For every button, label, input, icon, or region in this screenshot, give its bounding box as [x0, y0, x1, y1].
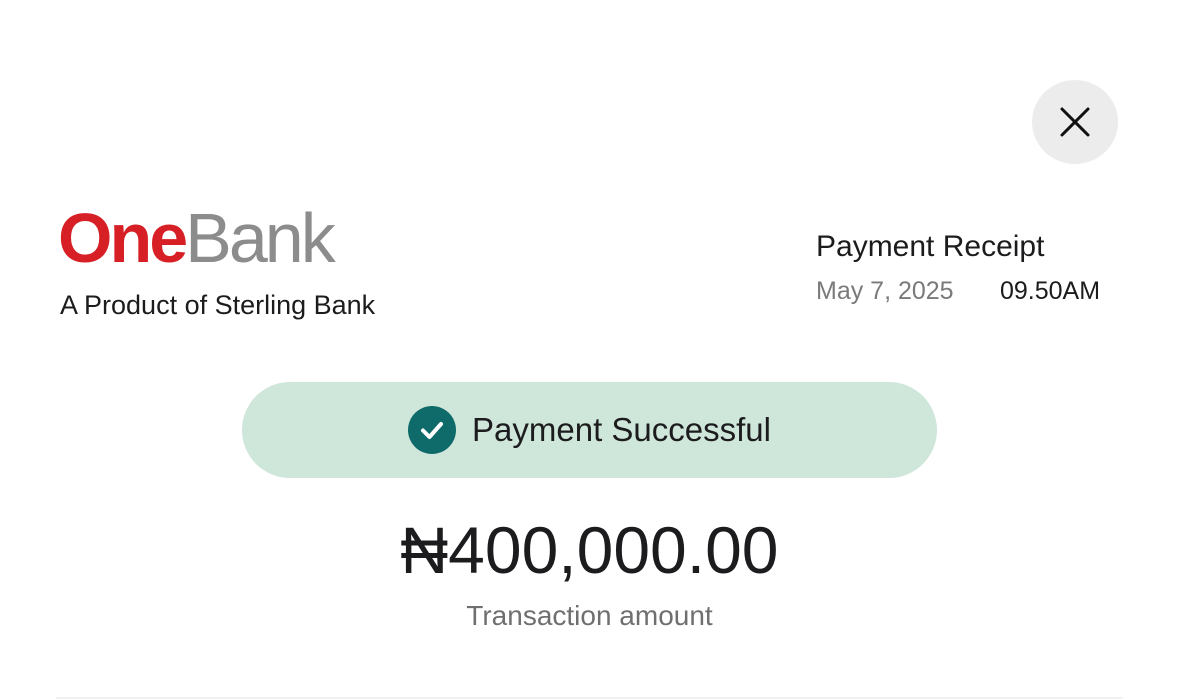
close-button[interactable]: [1032, 80, 1118, 164]
receipt-time: 09.50AM: [1000, 277, 1101, 305]
logo-bank-text: Bank: [185, 199, 336, 277]
payment-status-text: Payment Successful: [472, 411, 771, 448]
brand-tagline: A Product of Sterling Bank: [60, 290, 376, 320]
transaction-amount: ₦400,000.00: [400, 513, 779, 587]
payment-status-badge: Payment Successful: [242, 382, 937, 478]
receipt-title: Payment Receipt: [816, 230, 1045, 263]
check-circle-icon: [408, 406, 457, 454]
receipt-date: May 7, 2025: [816, 277, 954, 305]
logo-one-text: One: [58, 199, 188, 277]
onebank-logo: OneBank: [58, 198, 336, 278]
close-icon: [1060, 107, 1090, 137]
transaction-amount-label: Transaction amount: [466, 600, 713, 631]
